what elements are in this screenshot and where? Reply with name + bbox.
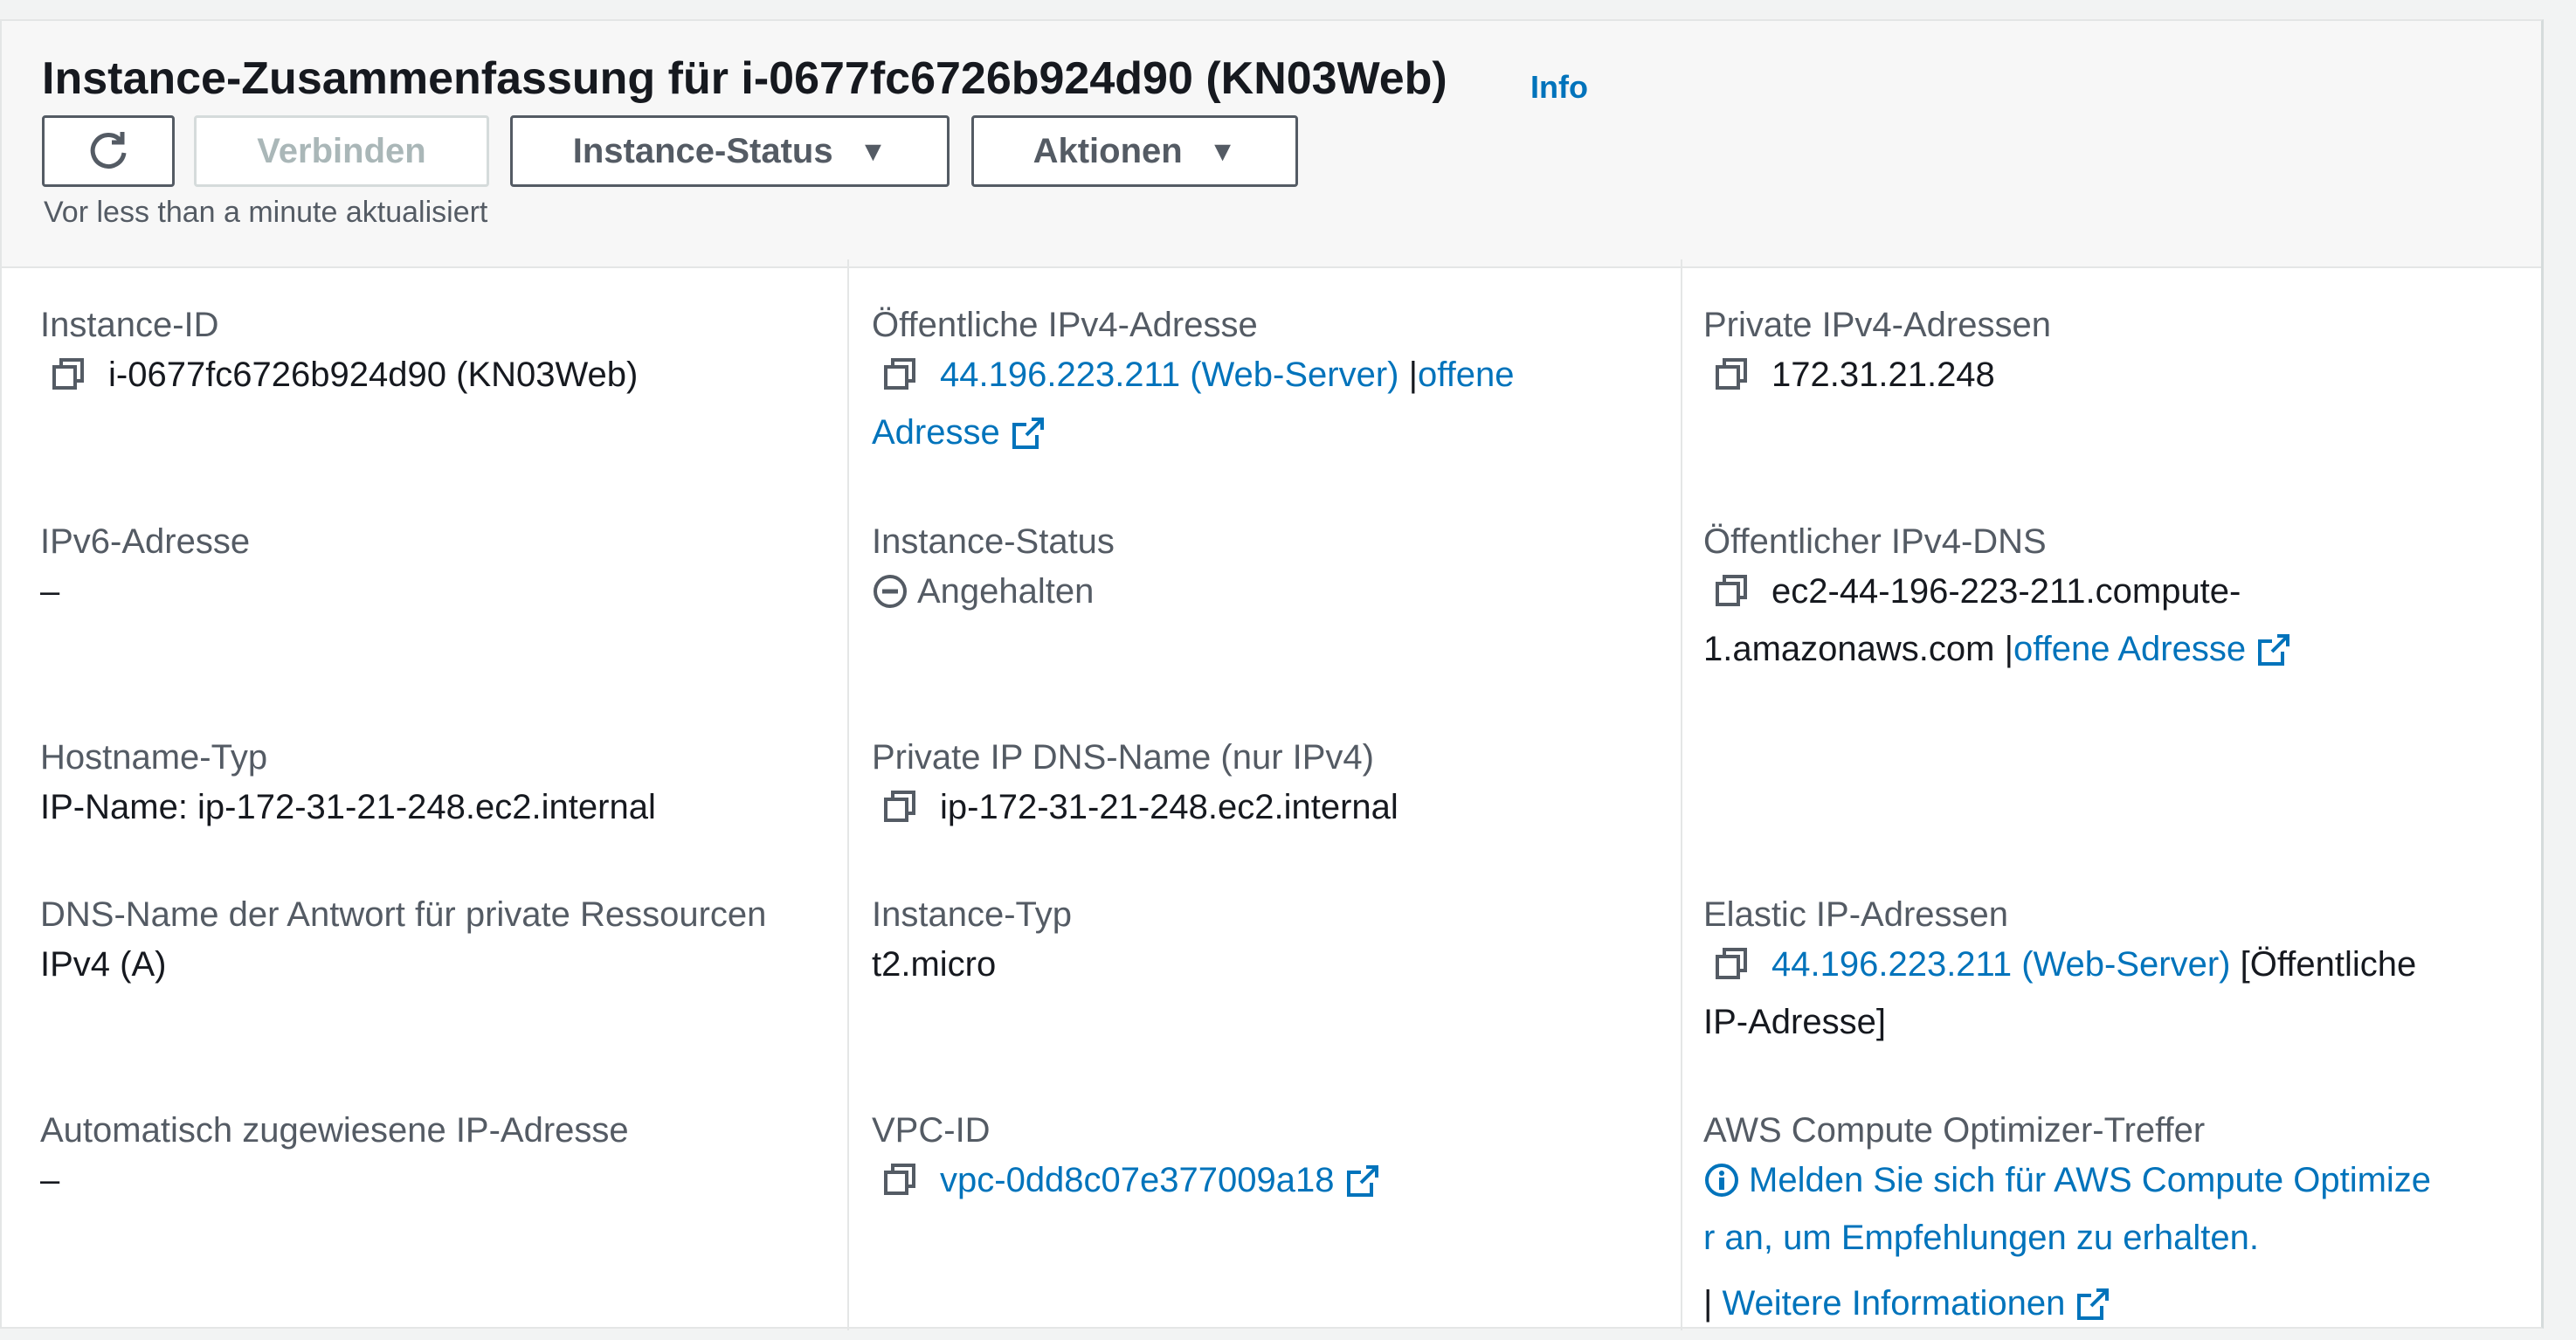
field-elastic-ip: Elastic IP-Adressen 44.196.223.211 (Web-… — [1703, 894, 2416, 1051]
vpc-id-link[interactable]: vpc-0dd8c07e377009a18 — [940, 1161, 1335, 1199]
hostname-type-value: IP-Name: ip-172-31-21-248.ec2.internal — [40, 788, 656, 826]
elastic-ip-label: Elastic IP-Adressen — [1703, 895, 2009, 934]
field-instance-type: Instance-Typ t2.micro — [872, 894, 1072, 993]
instance-status-dropdown[interactable]: Instance-Status ▼ — [510, 115, 950, 187]
private-ipv4-value: 172.31.21.248 — [1771, 356, 1995, 394]
instance-id-value: i-0677fc6726b924d90 (KN03Web) — [108, 356, 639, 394]
more-info-link[interactable]: Weitere Informationen — [1723, 1284, 2066, 1323]
field-auto-ip: Automatisch zugewiesene IP-Adresse – — [40, 1109, 629, 1209]
public-dns-value-line1: ec2-44-196-223-211.compute- — [1771, 572, 2241, 611]
instance-type-label: Instance-Typ — [872, 895, 1073, 934]
field-ipv6: IPv6-Adresse – — [40, 521, 250, 620]
instance-status-label: Instance-Status — [872, 522, 1115, 561]
field-dns-answer: DNS-Name der Antwort für private Ressour… — [40, 894, 766, 993]
public-ipv4-label: Öffentliche IPv4-Adresse — [872, 306, 1258, 344]
instance-status-value: Angehalten — [917, 572, 1095, 611]
refresh-button[interactable] — [42, 115, 175, 187]
private-dns-value: ip-172-31-21-248.ec2.internal — [940, 788, 1398, 826]
dns-answer-value: IPv4 (A) — [40, 945, 167, 984]
copy-icon[interactable] — [51, 356, 86, 391]
field-hostname-type: Hostname-Typ IP-Name: ip-172-31-21-248.e… — [40, 736, 656, 836]
caret-down-icon: ▼ — [1208, 135, 1237, 167]
vpc-id-label: VPC-ID — [872, 1111, 991, 1150]
stopped-status-icon — [874, 575, 907, 608]
separator: | — [1703, 1284, 1723, 1323]
actions-dropdown-label: Aktionen — [1032, 131, 1183, 170]
field-instance-id: Instance-ID i-0677fc6726b924d90 (KN03Web… — [40, 304, 638, 404]
info-icon — [1705, 1164, 1738, 1197]
public-dns-value-line2: 1.amazonaws.com | — [1703, 630, 2013, 668]
public-ipv4-link[interactable]: 44.196.223.211 (Web-Server) — [940, 356, 1399, 394]
instance-status-dropdown-label: Instance-Status — [572, 131, 833, 170]
copy-icon[interactable] — [882, 356, 917, 391]
optimizer-opt-in-link-line2[interactable]: r an, um Empfehlungen zu erhalten. — [1703, 1209, 2431, 1267]
field-vpc-id: VPC-ID vpc-0dd8c07e377009a18 — [872, 1109, 1380, 1209]
connect-button-label: Verbinden — [257, 131, 426, 170]
info-link[interactable]: Info — [1530, 69, 1588, 106]
private-dns-label: Private IP DNS-Name (nur IPv4) — [872, 738, 1374, 777]
instance-type-value: t2.micro — [872, 945, 997, 984]
caret-down-icon: ▼ — [859, 135, 887, 167]
compute-optimizer-label: AWS Compute Optimizer-Treffer — [1703, 1111, 2206, 1150]
open-address-link[interactable]: offene — [1418, 356, 1515, 394]
field-public-ipv4: Öffentliche IPv4-Adresse 44.196.223.211 … — [872, 304, 1515, 461]
elastic-ip-suffix: [Öffentliche — [2230, 945, 2417, 984]
field-instance-status: Instance-Status Angehalten — [872, 521, 1115, 620]
auto-ip-label: Automatisch zugewiesene IP-Adresse — [40, 1111, 629, 1150]
external-link-icon[interactable] — [1345, 1164, 1380, 1198]
hostname-type-label: Hostname-Typ — [40, 738, 268, 777]
copy-icon[interactable] — [1714, 573, 1749, 608]
column-divider — [1681, 259, 1682, 1330]
elastic-ip-suffix-line2: IP-Adresse] — [1703, 1003, 1886, 1041]
private-ipv4-label: Private IPv4-Adressen — [1703, 306, 2051, 344]
open-address-link[interactable]: offene Adresse — [2013, 630, 2246, 668]
last-updated-text: Vor less than a minute aktualisiert — [44, 196, 488, 229]
ipv6-value: – — [40, 572, 60, 611]
external-link-icon[interactable] — [1011, 416, 1046, 451]
field-public-dns: Öffentlicher IPv4-DNS ec2-44-196-223-211… — [1703, 521, 2291, 678]
external-link-icon[interactable] — [2075, 1287, 2110, 1322]
auto-ip-value: – — [40, 1161, 60, 1199]
ipv6-label: IPv6-Adresse — [40, 522, 251, 561]
field-compute-optimizer: AWS Compute Optimizer-Treffer Melden Sie… — [1703, 1109, 2431, 1340]
actions-dropdown[interactable]: Aktionen ▼ — [971, 115, 1298, 187]
instance-id-label: Instance-ID — [40, 306, 219, 344]
refresh-icon — [90, 132, 127, 169]
copy-icon[interactable] — [1714, 946, 1749, 981]
separator: | — [1398, 356, 1419, 394]
open-address-link-cont[interactable]: Adresse — [872, 413, 1000, 452]
copy-icon[interactable] — [882, 789, 917, 824]
column-divider — [847, 259, 849, 1330]
copy-icon[interactable] — [1714, 356, 1749, 391]
optimizer-opt-in-link-line1[interactable]: Melden Sie sich für AWS Compute Optimize — [1749, 1161, 2431, 1199]
connect-button[interactable]: Verbinden — [194, 115, 489, 187]
field-private-ipv4: Private IPv4-Adressen 172.31.21.248 — [1703, 304, 2051, 404]
copy-icon[interactable] — [882, 1162, 917, 1197]
field-private-dns: Private IP DNS-Name (nur IPv4) ip-172-31… — [872, 736, 1398, 836]
page-title: Instance-Zusammenfassung für i-0677fc672… — [42, 53, 1447, 104]
elastic-ip-link[interactable]: 44.196.223.211 (Web-Server) — [1771, 945, 2231, 984]
public-dns-label: Öffentlicher IPv4-DNS — [1703, 522, 2047, 561]
summary-header: Instance-Zusammenfassung für i-0677fc672… — [2, 21, 2541, 268]
external-link-icon[interactable] — [2256, 632, 2291, 667]
dns-answer-label: DNS-Name der Antwort für private Ressour… — [40, 895, 767, 934]
